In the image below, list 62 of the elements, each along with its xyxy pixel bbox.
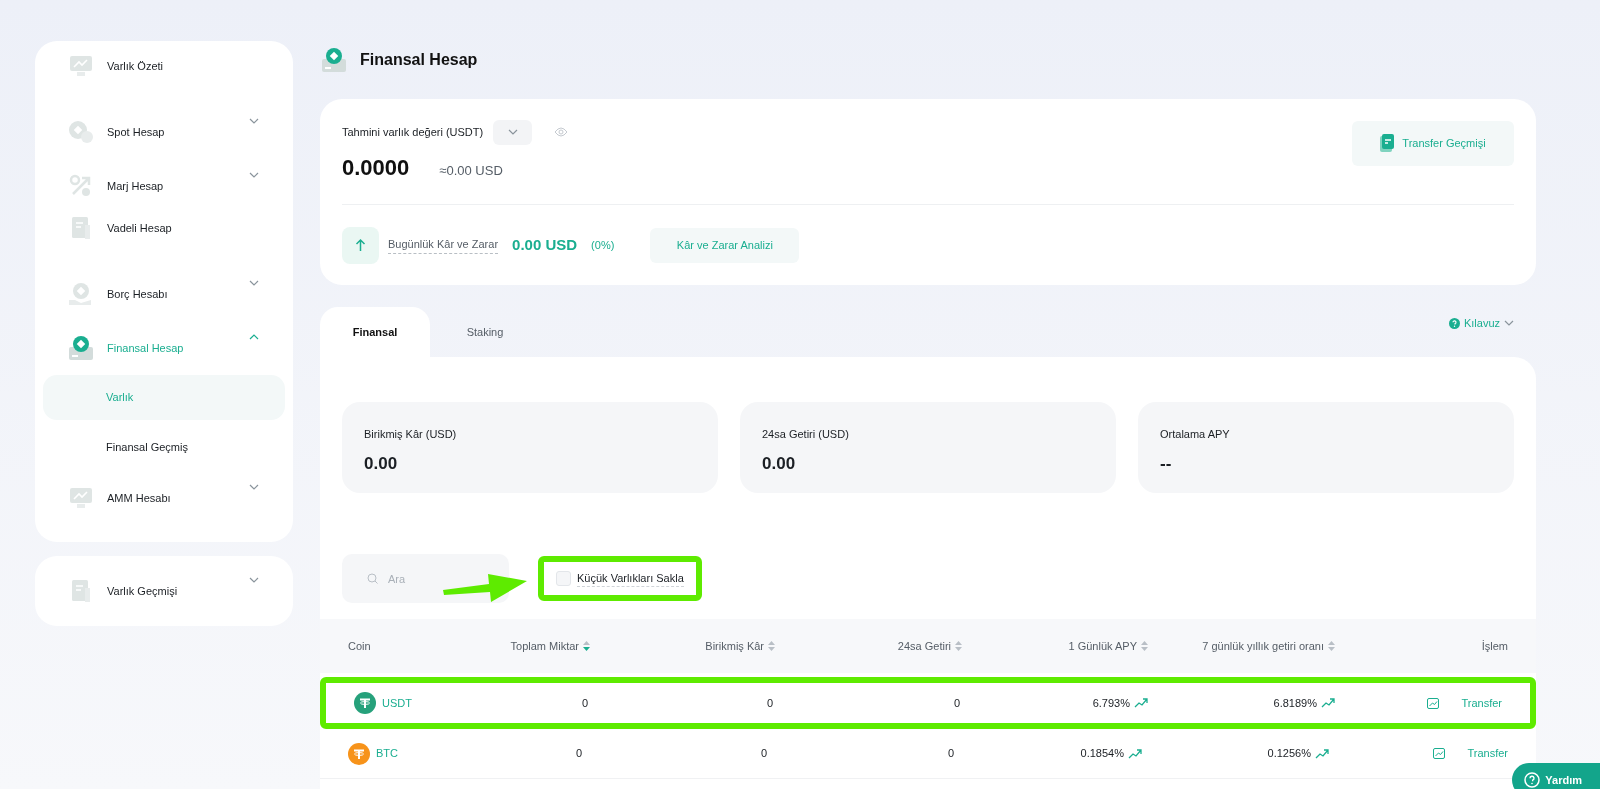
tab[interactable]: Staking xyxy=(430,307,540,357)
stat-label: Birikmiş Kâr (USD) xyxy=(364,427,458,442)
help-icon xyxy=(1524,772,1541,788)
chart-icon xyxy=(1427,697,1440,709)
checkbox[interactable] xyxy=(556,571,571,586)
pnl-percent: (0%) xyxy=(591,237,615,253)
table-cell-text: 0 xyxy=(947,746,954,762)
stat-label: Ortalama APY xyxy=(1160,427,1231,442)
sidebar-subitem[interactable]: Finansal Geçmiş xyxy=(43,425,285,470)
column-header[interactable]: 24sa Getiri xyxy=(775,637,962,655)
table-cell-text: 0.1256% xyxy=(1267,746,1311,762)
chart-screen-icon xyxy=(67,485,95,511)
chevron-down-icon xyxy=(507,129,518,136)
column-header: İşlem xyxy=(1480,638,1508,654)
column-header: Coin xyxy=(348,638,372,654)
chart-screen-icon xyxy=(67,53,95,79)
table-cell-text: 6.8189% xyxy=(1273,695,1317,711)
chart-icon xyxy=(1433,748,1446,759)
chevron-down-icon xyxy=(1504,320,1514,327)
tab[interactable]: Finansal xyxy=(320,307,430,357)
pnl-value: 0.00 USD xyxy=(512,234,578,255)
table-cell-text: 0 xyxy=(766,695,773,711)
stat-value: 0.00 xyxy=(762,452,797,475)
table-cell-text: 0.1854% xyxy=(1080,746,1124,762)
wallet-icon xyxy=(320,45,348,74)
trend-up-icon xyxy=(1128,748,1142,759)
table-cell-text: 0 xyxy=(581,695,588,711)
table-cell-text: 0 xyxy=(575,746,582,762)
document-icon xyxy=(1380,134,1395,153)
table-cell-text: 0 xyxy=(953,695,960,711)
column-header[interactable]: 7 günlük yıllık getiri oranı xyxy=(1148,637,1335,655)
estimate-label: Tahmini varlık değeri (USDT) xyxy=(342,124,484,140)
pnl-label[interactable]: Bugünlük Kâr ve Zarar xyxy=(388,236,499,254)
stat-label: 24sa Getiri (USD) xyxy=(762,427,850,442)
sidebar-item[interactable]: Marj Hesap xyxy=(35,164,293,208)
table-cell-text: 6.793% xyxy=(1092,695,1130,711)
stat-value: 0.00 xyxy=(364,452,399,475)
table-cell-text: 0 xyxy=(760,746,767,762)
trend-up-icon xyxy=(1134,698,1148,708)
currency-dropdown[interactable] xyxy=(493,119,533,145)
help-icon xyxy=(1448,317,1460,329)
sidebar-item[interactable]: Borç Hesabı xyxy=(35,272,293,316)
column-header[interactable]: 1 Günlük APY xyxy=(962,637,1148,655)
eye-icon xyxy=(554,127,569,138)
sidebar-item[interactable]: Vadeli Hesap xyxy=(35,206,293,250)
estimated-value: 0.0000 xyxy=(342,153,410,182)
sidebar-item[interactable]: Varlık Geçmişi xyxy=(35,569,293,613)
search-icon xyxy=(367,573,378,584)
column-header[interactable]: Toplam Miktar xyxy=(470,637,590,655)
approx-usd: ≈0.00 USD xyxy=(439,161,503,180)
sidebar-item[interactable]: Spot Hesap xyxy=(35,110,293,154)
search-field[interactable]: Ara xyxy=(342,554,509,603)
wallet-icon xyxy=(67,334,95,362)
hide-small-assets-label[interactable]: Küçük Varlıkları Sakla xyxy=(577,569,684,588)
coins-icon xyxy=(67,119,95,145)
column-header[interactable]: Birikmiş Kâr xyxy=(590,637,775,655)
stat-value: -- xyxy=(1160,452,1173,475)
sidebar-item[interactable]: AMM Hesabı xyxy=(35,476,293,520)
trend-up-icon xyxy=(1321,698,1335,708)
trend-up-icon xyxy=(1315,748,1329,759)
sidebar-item[interactable]: Varlık Özeti xyxy=(35,44,293,88)
page-title: Finansal Hesap xyxy=(360,49,478,70)
